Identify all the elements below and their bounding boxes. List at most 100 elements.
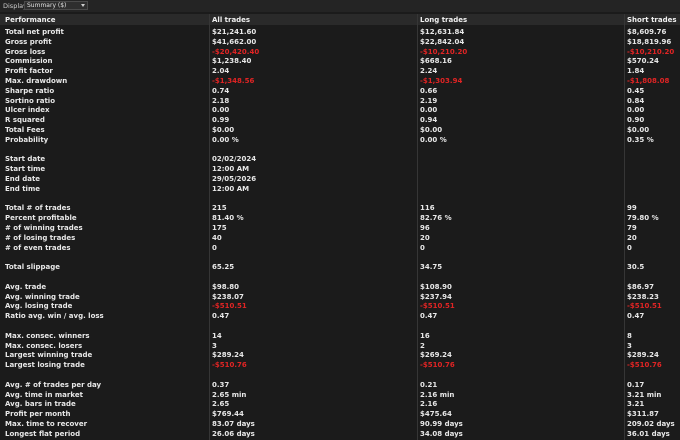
short-trades-value: 0.90 <box>627 116 645 125</box>
all-trades-value: $41,662.00 <box>212 37 257 46</box>
short-trades-value: 0 <box>627 243 632 252</box>
row-label: Percent profitable <box>5 214 77 223</box>
short-trades-value: 209.02 days <box>627 420 675 428</box>
row-label: Ulcer index <box>5 106 50 115</box>
row-label: Avg. losing trade <box>5 302 73 311</box>
long-trades-value: 34.08 days <box>420 429 463 438</box>
long-trades-value: 2.24 <box>420 67 438 76</box>
column-header-short-trades[interactable]: Short trades <box>627 16 677 24</box>
short-trades-value: 8 <box>627 331 632 340</box>
short-trades-value: 20 <box>627 233 637 242</box>
all-trades-value: 0.00 % <box>212 135 239 144</box>
row-label: Avg. # of trades per day <box>5 380 102 389</box>
long-trades-value: 2.16 min <box>420 390 455 399</box>
long-trades-value: $0.00 <box>420 126 443 134</box>
long-trades-value: $237.94 <box>420 292 452 301</box>
row-label: Longest flat period <box>5 429 81 438</box>
column-divider[interactable] <box>624 14 625 440</box>
column-header-long-trades[interactable]: Long trades <box>420 16 467 24</box>
column-divider[interactable] <box>209 14 210 440</box>
all-trades-value: 0.74 <box>212 86 230 95</box>
short-trades-value: 3 <box>627 341 632 350</box>
display-dropdown-value: Summary ($) <box>27 2 67 9</box>
long-trades-value: $668.16 <box>420 57 452 66</box>
short-trades-value: $8,609.76 <box>627 28 667 36</box>
all-trades-value: 26.06 days <box>212 429 255 438</box>
table-header: Performance All trades Long trades Short… <box>0 14 680 25</box>
all-trades-value: -$510.76 <box>212 361 247 370</box>
all-trades-value: 14 <box>212 331 222 340</box>
short-trades-value: -$10,210.20 <box>627 47 675 56</box>
short-trades-value: 0.17 <box>627 380 645 389</box>
long-trades-value: -$510.51 <box>420 302 455 311</box>
toolbar: Display Summary ($) <box>0 0 680 12</box>
row-label: End time <box>5 184 40 193</box>
row-label: Max. consec. winners <box>5 331 90 340</box>
all-trades-value: 215 <box>212 204 227 213</box>
column-header-performance[interactable]: Performance <box>5 16 56 24</box>
row-label: Gross profit <box>5 37 52 46</box>
row-label: Avg. winning trade <box>5 292 80 301</box>
row-label: Total net profit <box>5 28 64 36</box>
long-trades-value: 0 <box>420 243 425 252</box>
row-label: Largest losing trade <box>5 361 85 370</box>
long-trades-value: 90.99 days <box>420 420 463 428</box>
long-trades-value: 34.75 <box>420 263 443 272</box>
long-trades-value: $12,631.84 <box>420 28 465 36</box>
short-trades-value: 0.45 <box>627 86 645 95</box>
chevron-down-icon <box>81 4 85 7</box>
short-trades-value: -$510.76 <box>627 361 662 370</box>
row-label: Gross loss <box>5 47 46 56</box>
long-trades-value: 96 <box>420 224 430 232</box>
all-trades-value: $289.24 <box>212 351 244 360</box>
row-label: Profit per month <box>5 410 71 419</box>
row-label: Profit factor <box>5 67 53 76</box>
all-trades-value: 29/05/2026 <box>212 175 257 183</box>
short-trades-value: 79 <box>627 224 637 232</box>
row-label: Avg. time in market <box>5 390 83 399</box>
long-trades-value: -$10,210.20 <box>420 47 468 56</box>
long-trades-value: 20 <box>420 233 430 242</box>
all-trades-value: 2.65 min <box>212 390 247 399</box>
all-trades-value: -$1,348.56 <box>212 77 255 85</box>
row-label: End date <box>5 175 41 183</box>
row-label: Avg. trade <box>5 282 47 291</box>
long-trades-value: 0.47 <box>420 312 438 321</box>
column-header-all-trades[interactable]: All trades <box>212 16 250 24</box>
display-dropdown[interactable]: Summary ($) <box>24 1 88 10</box>
all-trades-value: 0.00 <box>212 106 230 115</box>
long-trades-value: -$1,303.94 <box>420 77 463 85</box>
all-trades-value: 3 <box>212 341 217 350</box>
all-trades-value: 40 <box>212 233 222 242</box>
all-trades-value: 0.99 <box>212 116 230 125</box>
all-trades-value: $1,238.40 <box>212 57 252 66</box>
row-label: R squared <box>5 116 45 125</box>
row-label: Max. drawdown <box>5 77 68 85</box>
short-trades-value: 3.21 <box>627 400 645 409</box>
row-label: Start date <box>5 155 46 164</box>
long-trades-value: 0.21 <box>420 380 438 389</box>
all-trades-value: 2.65 <box>212 400 230 409</box>
long-trades-value: 82.76 % <box>420 214 452 223</box>
short-trades-value: $238.23 <box>627 292 659 301</box>
row-label: Total slippage <box>5 263 61 272</box>
row-label: # of winning trades <box>5 224 83 232</box>
row-label: Total # of trades <box>5 204 71 213</box>
long-trades-value: $108.90 <box>420 282 452 291</box>
short-trades-value: 0.00 <box>627 106 645 115</box>
row-label: Sortino ratio <box>5 96 56 105</box>
short-trades-value: $289.24 <box>627 351 659 360</box>
short-trades-value: 1.84 <box>627 67 645 76</box>
short-trades-value: 30.5 <box>627 263 645 272</box>
column-divider[interactable] <box>417 14 418 440</box>
all-trades-value: $21,241.60 <box>212 28 257 36</box>
all-trades-value: $238.07 <box>212 292 244 301</box>
row-label: Probability <box>5 135 49 144</box>
all-trades-value: -$20,420.40 <box>212 47 260 56</box>
short-trades-value: 0.84 <box>627 96 645 105</box>
short-trades-value: $18,819.96 <box>627 37 672 46</box>
short-trades-value: -$1,808.08 <box>627 77 670 85</box>
row-label: Ratio avg. win / avg. loss <box>5 312 104 321</box>
all-trades-value: $98.80 <box>212 282 240 291</box>
long-trades-value: 0.94 <box>420 116 438 125</box>
